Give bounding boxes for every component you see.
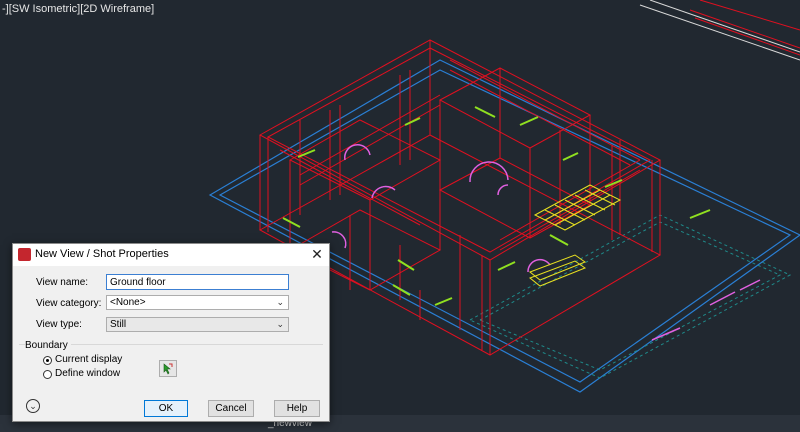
close-icon[interactable]: ✕ xyxy=(309,246,325,262)
chevron-down-icon: ⌄ xyxy=(276,319,284,329)
ok-button[interactable]: OK xyxy=(144,400,188,417)
dialog-titlebar[interactable]: New View / Shot Properties ✕ xyxy=(13,244,329,266)
stairs xyxy=(529,184,622,287)
expand-chevron-icon[interactable]: ⌄ xyxy=(26,399,40,413)
wall-line xyxy=(694,17,800,56)
view-category-label: View category: xyxy=(36,298,102,309)
dialog-title: New View / Shot Properties xyxy=(35,248,169,260)
view-name-label: View name: xyxy=(36,277,89,288)
ref-line xyxy=(639,4,800,61)
view-type-value: Still xyxy=(110,319,127,330)
view-category-value: <None> xyxy=(110,297,146,308)
boundary-title: Boundary xyxy=(25,340,71,351)
view-type-label: View type: xyxy=(36,319,82,330)
define-window-radio[interactable] xyxy=(43,370,52,379)
cancel-button[interactable]: Cancel xyxy=(208,400,254,417)
define-window-label[interactable]: Define window xyxy=(55,368,120,379)
autocad-app-icon xyxy=(18,248,31,261)
viewport-label[interactable]: -][SW Isometric][2D Wireframe] xyxy=(2,3,154,15)
view-type-select[interactable]: Still ⌄ xyxy=(106,317,289,332)
wall-line xyxy=(689,9,800,49)
roof-edge xyxy=(258,39,662,261)
view-name-input[interactable]: Ground floor xyxy=(106,274,289,290)
chevron-down-icon: ⌄ xyxy=(276,297,284,307)
current-display-label[interactable]: Current display xyxy=(55,354,122,365)
define-window-pick-button[interactable] xyxy=(159,360,177,377)
terrace-outline-inner xyxy=(478,221,782,371)
cursor-pick-icon xyxy=(163,363,173,375)
view-category-select[interactable]: <None> ⌄ xyxy=(106,295,289,310)
current-display-radio[interactable] xyxy=(43,356,52,365)
help-button[interactable]: Help xyxy=(274,400,320,417)
new-view-dialog: New View / Shot Properties ✕ View name: … xyxy=(12,243,330,422)
